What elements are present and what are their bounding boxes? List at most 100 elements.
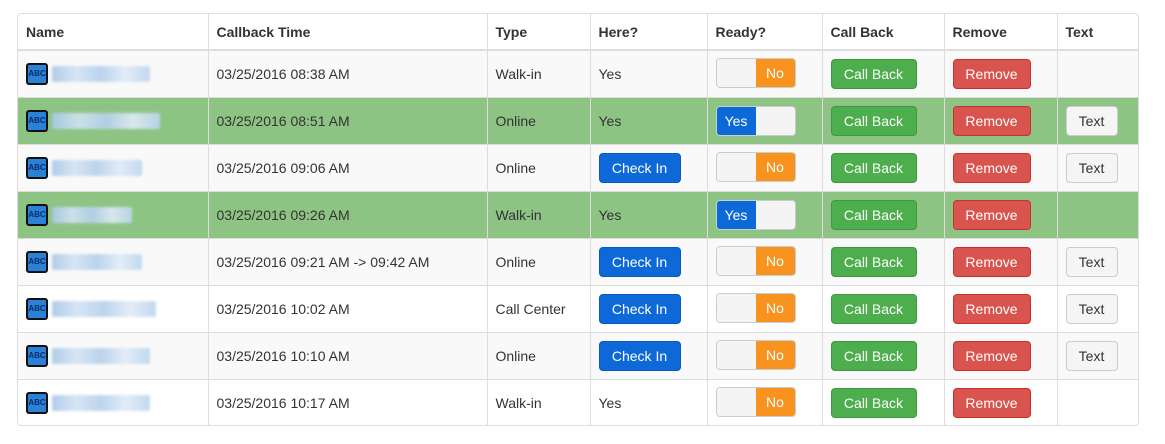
call-back-button[interactable]: Call Back (830, 293, 917, 324)
remove-button[interactable]: Remove (952, 246, 1031, 277)
check-in-button[interactable]: Check In (598, 246, 681, 277)
ready-toggle[interactable]: Yes (715, 199, 796, 230)
call-back-cell: Call Back (821, 50, 944, 97)
text-button[interactable]: Text (1065, 246, 1118, 277)
name-cell: ABC (18, 331, 208, 379)
call-back-button[interactable]: Call Back (830, 105, 917, 136)
ready-toggle[interactable]: No (715, 339, 796, 370)
column-header-ready: Ready? (706, 14, 822, 51)
call-back-cell: Call Back (821, 237, 944, 285)
remove-button[interactable]: Remove (952, 199, 1031, 230)
text-button[interactable]: Text (1065, 152, 1118, 183)
remove-cell: Remove (943, 190, 1057, 238)
call-back-button[interactable]: Call Back (830, 340, 917, 371)
toggle-handle (716, 246, 756, 275)
text-cell (1056, 190, 1138, 238)
table-row: ABC 03/25/2016 09:21 AM -> 09:42 AM Online… (18, 237, 1138, 285)
call-back-button[interactable]: Call Back (830, 246, 917, 277)
contact-card-icon[interactable]: ABC (26, 344, 48, 367)
remove-button[interactable]: Remove (952, 105, 1031, 136)
name-cell: ABC (18, 190, 208, 238)
toggle-handle (755, 200, 795, 229)
callback-table: Name Callback Time Type Here? Ready? Cal… (18, 14, 1138, 425)
contact-card-icon[interactable]: ABC (26, 156, 48, 179)
remove-button[interactable]: Remove (952, 58, 1031, 89)
ready-toggle-state: No (755, 293, 795, 322)
here-cell: Check In (589, 331, 707, 379)
text-button[interactable]: Text (1065, 105, 1118, 136)
remove-button[interactable]: Remove (952, 152, 1031, 183)
text-cell: Text (1056, 143, 1138, 191)
ready-cell: Yes (706, 96, 822, 144)
remove-button[interactable]: Remove (952, 340, 1031, 371)
check-in-button[interactable]: Check In (598, 340, 681, 371)
call-back-button[interactable]: Call Back (830, 58, 917, 89)
call-back-cell: Call Back (821, 190, 944, 238)
toggle-handle (716, 387, 756, 416)
call-back-button[interactable]: Call Back (830, 152, 917, 183)
here-cell: Yes (589, 378, 707, 425)
callback-time-cell: 03/25/2016 10:17 AM (207, 378, 487, 425)
type-cell: Online (486, 96, 590, 144)
call-back-button[interactable]: Call Back (830, 387, 917, 418)
redacted-name[interactable] (52, 253, 142, 270)
table-row: ABC 03/25/2016 10:17 AM Walk-in Yes No Call B… (18, 378, 1138, 425)
ready-toggle[interactable]: No (715, 245, 796, 276)
call-back-cell: Call Back (821, 378, 944, 425)
ready-toggle[interactable]: Yes (715, 105, 796, 136)
remove-cell: Remove (943, 378, 1057, 425)
redacted-name[interactable] (52, 394, 150, 411)
ready-cell: No (706, 378, 822, 425)
contact-card-icon[interactable]: ABC (26, 391, 48, 414)
table-row: ABC 03/25/2016 09:26 AM Walk-in Yes Yes Call … (18, 190, 1138, 238)
remove-button[interactable]: Remove (952, 387, 1031, 418)
ready-toggle[interactable]: No (715, 292, 796, 323)
ready-toggle[interactable]: No (715, 151, 796, 182)
text-cell: Text (1056, 284, 1138, 332)
here-cell: Yes (589, 96, 707, 144)
ready-toggle[interactable]: No (715, 57, 796, 88)
redacted-name[interactable] (52, 65, 150, 82)
contact-card-icon[interactable]: ABC (26, 109, 48, 132)
contact-card-icon[interactable]: ABC (26, 250, 48, 273)
redacted-name[interactable] (52, 159, 142, 176)
toggle-handle (755, 106, 795, 135)
contact-card-icon[interactable]: ABC (26, 62, 48, 85)
table-row: ABC 03/25/2016 09:06 AM Online Check In No Ca… (18, 143, 1138, 191)
call-back-button[interactable]: Call Back (830, 199, 917, 230)
ready-toggle-state: Yes (716, 106, 756, 135)
callback-table-panel: Name Callback Time Type Here? Ready? Cal… (17, 13, 1139, 426)
contact-card-icon[interactable]: ABC (26, 203, 48, 226)
ready-cell: Yes (706, 190, 822, 238)
check-in-button[interactable]: Check In (598, 293, 681, 324)
check-in-button[interactable]: Check In (598, 152, 681, 183)
text-cell: Text (1056, 237, 1138, 285)
remove-cell: Remove (943, 96, 1057, 144)
text-button[interactable]: Text (1065, 293, 1118, 324)
text-button[interactable]: Text (1065, 340, 1118, 371)
ready-toggle[interactable]: No (715, 386, 796, 417)
remove-button[interactable]: Remove (952, 293, 1031, 324)
callback-time-cell: 03/25/2016 09:21 AM -> 09:42 AM (207, 237, 487, 285)
contact-card-icon[interactable]: ABC (26, 297, 48, 320)
callback-time-cell: 03/25/2016 09:26 AM (207, 190, 487, 238)
table-row: ABC 03/25/2016 08:38 AM Walk-in Yes No Call B… (18, 50, 1138, 97)
ready-cell: No (706, 50, 822, 97)
ready-toggle-state: No (755, 246, 795, 275)
type-cell: Walk-in (486, 190, 590, 238)
callback-time-cell: 03/25/2016 10:02 AM (207, 284, 487, 332)
column-header-name: Name (18, 14, 208, 51)
here-cell: Yes (589, 50, 707, 97)
remove-cell: Remove (943, 50, 1057, 97)
name-cell: ABC (18, 237, 208, 285)
remove-cell: Remove (943, 237, 1057, 285)
redacted-name[interactable] (52, 206, 132, 223)
call-back-cell: Call Back (821, 96, 944, 144)
callback-time-cell: 03/25/2016 09:06 AM (207, 143, 487, 191)
redacted-name[interactable] (52, 112, 160, 129)
name-cell: ABC (18, 96, 208, 144)
toggle-handle (716, 152, 756, 181)
callback-time-cell: 03/25/2016 08:51 AM (207, 96, 487, 144)
redacted-name[interactable] (52, 300, 156, 317)
redacted-name[interactable] (52, 347, 150, 364)
